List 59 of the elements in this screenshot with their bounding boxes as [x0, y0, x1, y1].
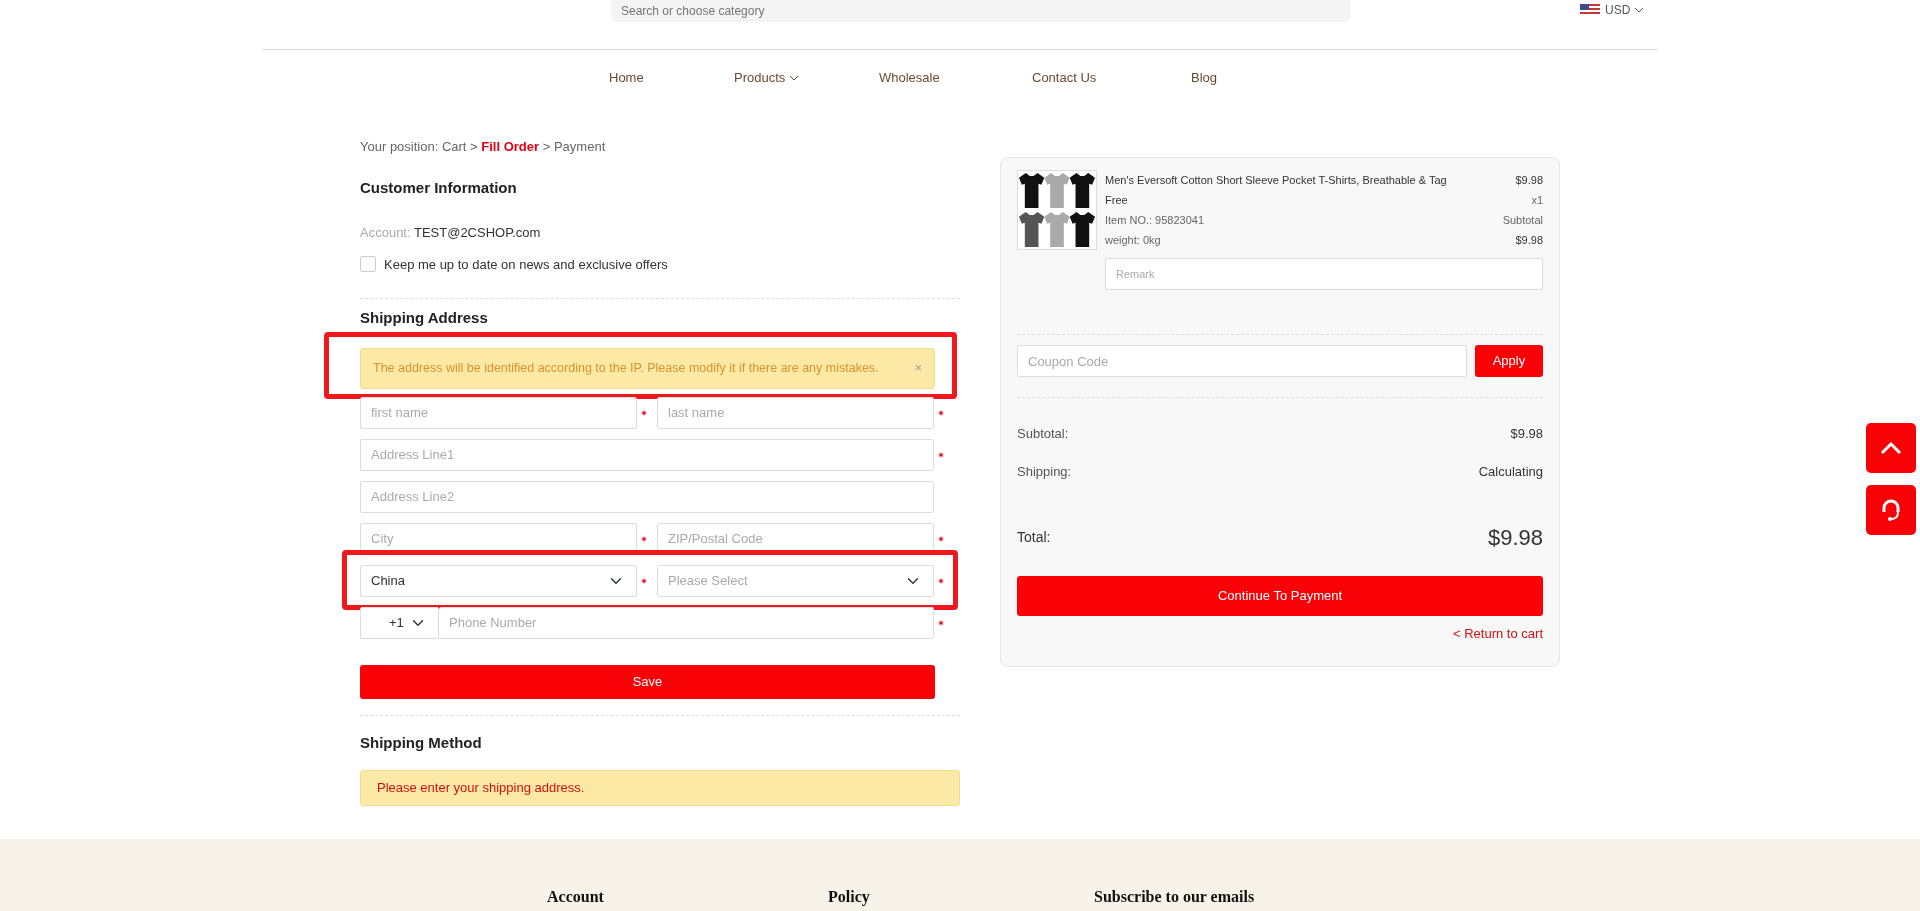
nav-link[interactable]: Wholesale [879, 67, 940, 88]
subtotal-label: Subtotal [1502, 212, 1543, 228]
nav-link[interactable]: Contact Us [1032, 67, 1097, 88]
breadcrumb-link[interactable]: Cart [441, 139, 467, 154]
newsletter-label[interactable]: Keep me up to date on news and exclusive offers [384, 254, 668, 274]
text-field[interactable]: last name [657, 396, 934, 429]
search-field[interactable]: Search or choose category [611, 0, 1351, 22]
total-value: $9.98 [1487, 524, 1543, 552]
return-link[interactable]: < Return to cart [1453, 624, 1543, 644]
item-quantity: x1 [1531, 192, 1543, 208]
country-code-select[interactable]: +1 [360, 606, 439, 639]
breadcrumb-link[interactable]: Payment [553, 139, 606, 154]
product-variant: Free [1105, 192, 1128, 208]
summary-label: Shipping: [1017, 462, 1072, 481]
text-field[interactable]: first name [360, 396, 637, 429]
breadcrumb-separator: > [469, 139, 479, 154]
breadcrumb-separator: > [541, 139, 552, 154]
breadcrumb-label: Your position: [360, 139, 440, 154]
footer-heading: Account [547, 887, 604, 907]
save-button[interactable]: Save [360, 664, 935, 699]
summary-value: $9.98 [1510, 425, 1543, 443]
nav-link[interactable]: Products [734, 67, 800, 88]
total-label: Total: [1017, 528, 1051, 547]
section-title: Customer Information [360, 177, 518, 198]
apply-button[interactable]: Apply [1474, 345, 1543, 377]
section-title: Shipping Address [360, 308, 489, 328]
footer-heading: Subscribe to our emails [1094, 887, 1255, 907]
nav-link[interactable]: Home [609, 67, 644, 88]
dropdown-select[interactable]: China [360, 564, 637, 597]
chevron-down-icon [789, 74, 800, 81]
us-flag-icon [1580, 4, 1600, 16]
coupon-field[interactable]: Coupon Code [1017, 345, 1467, 377]
support-button[interactable] [1866, 485, 1916, 535]
item-price: $9.98 [1515, 172, 1543, 188]
account-email: TEST@2CSHOP.com [413, 225, 541, 240]
breadcrumb-link[interactable]: Fill Order [481, 139, 540, 154]
summary-value: Calculating [1478, 462, 1543, 481]
product-title: Men's Eversoft Cotton Short Sleeve Pocket T-Shirts, Breathable & Tag [1105, 172, 1447, 188]
text-field[interactable]: Address Line2 [360, 480, 934, 513]
notice-text: The address will be identified according to the IP. Please modify it if there are any mistakes. [373, 359, 879, 377]
phone-field[interactable]: Phone Number [439, 606, 934, 639]
caret-icon [1634, 7, 1645, 13]
currency-select[interactable]: USD [1604, 0, 1646, 20]
shipping-notice: Please enter your shipping address. [360, 770, 960, 806]
remark-field[interactable]: Remark [1105, 258, 1543, 290]
item-subtotal: $9.98 [1515, 232, 1543, 248]
newsletter-checkbox[interactable] [360, 256, 376, 273]
account-label: Account: [360, 225, 412, 240]
chevron-up-icon [1880, 441, 1902, 455]
item-weight: weight: 0kg [1105, 232, 1161, 248]
nav-link[interactable]: Blog [1191, 67, 1218, 88]
footer-heading: Policy [828, 887, 870, 907]
item-number: Item NO.: 95823041 [1105, 212, 1205, 228]
text-field[interactable]: Address Line1 [360, 438, 934, 471]
headset-icon [1880, 498, 1902, 522]
back-to-top-button[interactable] [1866, 423, 1916, 473]
section-title: Shipping Method [360, 732, 483, 753]
continue-button[interactable]: Continue To Payment [1017, 576, 1543, 616]
summary-label: Subtotal: [1017, 425, 1069, 443]
